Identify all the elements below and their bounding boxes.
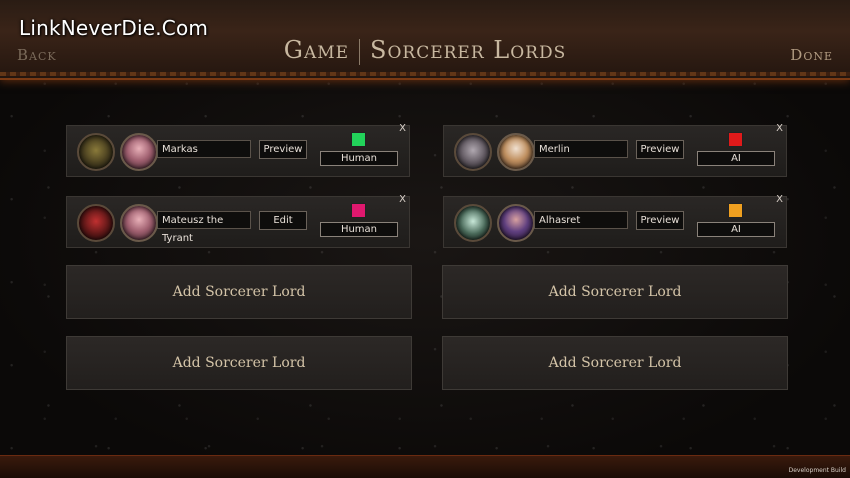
sorceress-portrait[interactable] [120,133,158,171]
player-type-select[interactable]: AI [697,222,775,237]
helm-crest-icon[interactable] [454,133,492,171]
player-name-field[interactable]: Markas [157,140,251,158]
add-sorcerer-lord-button[interactable]: Add Sorcerer Lord [66,265,412,319]
player-type-select[interactable]: Human [320,222,398,237]
player-name-field[interactable]: Merlin [534,140,628,158]
header-ornament [0,72,850,76]
sorceress-portrait[interactable] [120,204,158,242]
player-color-swatch[interactable] [728,203,743,218]
player-card-merlin: X Merlin Preview AI [443,123,787,177]
player-color-swatch[interactable] [351,203,366,218]
player-card-mateusz: X Mateusz the Tyrant Edit Human [66,194,410,248]
footer-bar [0,455,850,478]
player-name-field[interactable]: Alhasret [534,211,628,229]
player-type-select[interactable]: AI [697,151,775,166]
player-color-swatch[interactable] [351,132,366,147]
blood-crest-icon[interactable] [77,204,115,242]
wizard-portrait[interactable] [497,133,535,171]
skull-crest-icon[interactable] [454,204,492,242]
dev-build-label: Development Build [788,467,846,474]
preview-button[interactable]: Preview [636,211,684,230]
preview-button[interactable]: Preview [259,140,307,159]
remove-player-button[interactable]: X [399,123,406,134]
player-card-markas: X Markas Preview Human [66,123,410,177]
mage-portrait[interactable] [497,204,535,242]
title-divider [359,38,361,65]
edit-button[interactable]: Edit [259,211,307,230]
remove-player-button[interactable]: X [776,194,783,205]
player-card-alhasret: X Alhasret Preview AI [443,194,787,248]
player-type-select[interactable]: Human [320,151,398,166]
player-name-field[interactable]: Mateusz the Tyrant [157,211,251,244]
page-title: Game Sorcerer Lords [0,36,850,65]
add-sorcerer-lord-button[interactable]: Add Sorcerer Lord [442,265,788,319]
add-sorcerer-lord-button[interactable]: Add Sorcerer Lord [66,336,412,390]
preview-button[interactable]: Preview [636,140,684,159]
title-section: Game [283,36,350,64]
add-sorcerer-lord-button[interactable]: Add Sorcerer Lord [442,336,788,390]
title-page: Sorcerer Lords [370,36,567,64]
remove-player-button[interactable]: X [776,123,783,134]
remove-player-button[interactable]: X [399,194,406,205]
orc-crest-icon[interactable] [77,133,115,171]
player-color-swatch[interactable] [728,132,743,147]
